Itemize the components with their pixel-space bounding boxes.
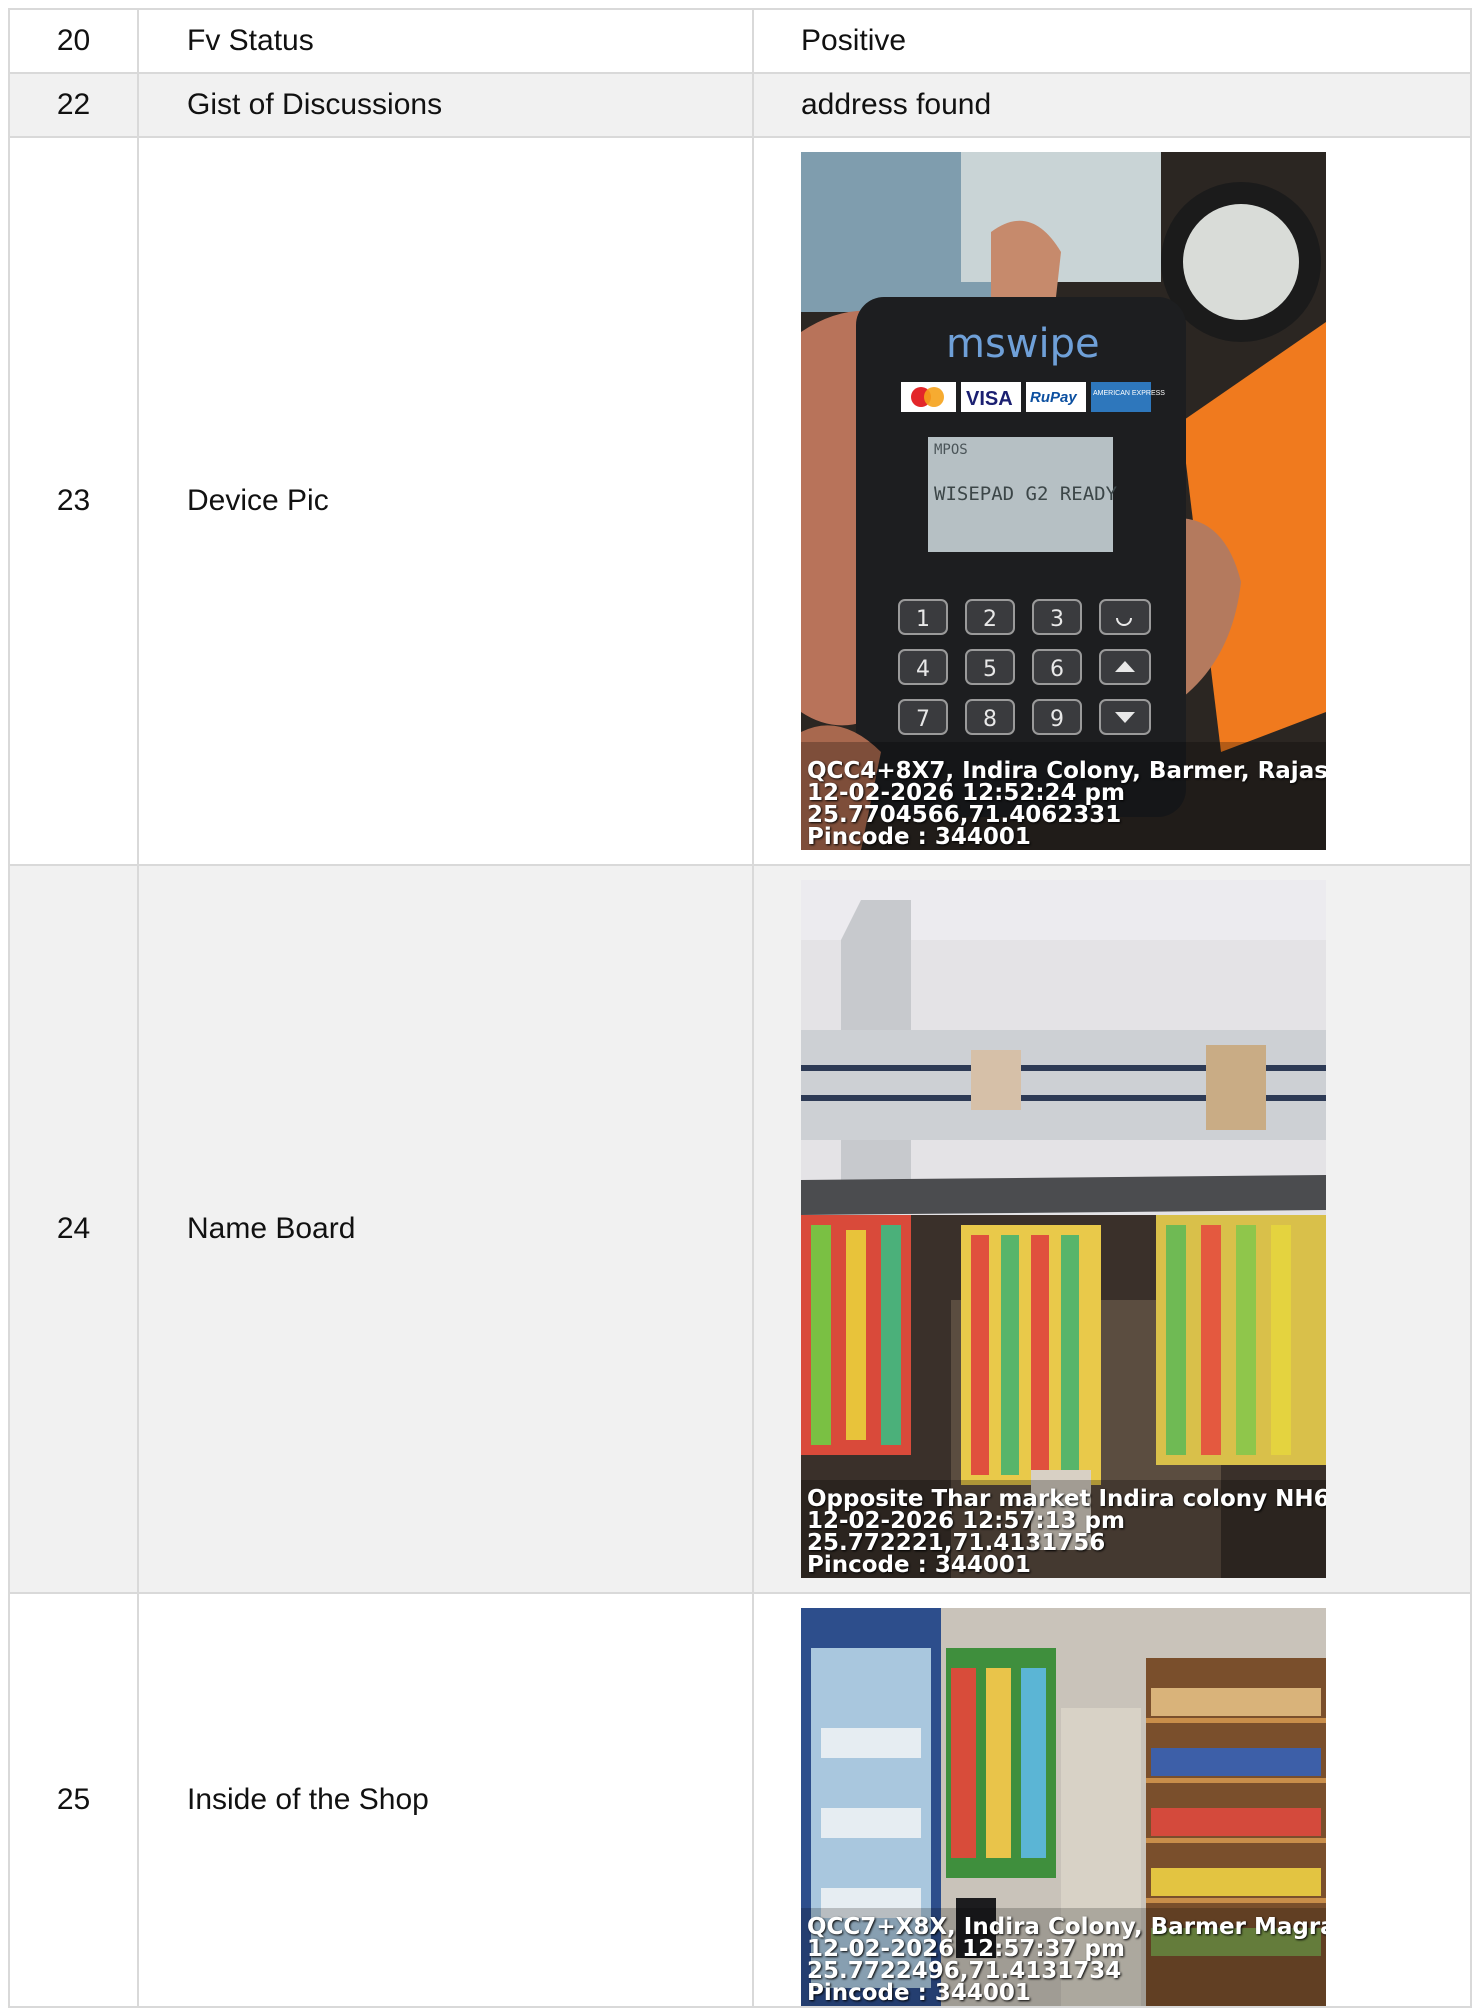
photo-geo-stamp: Opposite Thar market Indira colony NH68,… bbox=[807, 1486, 1326, 1578]
stamp-datetime: 12-02-2026 12:57:37 pm bbox=[807, 1936, 1125, 1962]
table-row: 22 Gist of Discussions address found bbox=[8, 72, 1472, 138]
table-row: 20 Fv Status Positive bbox=[8, 8, 1472, 74]
row-label: Device Pic bbox=[137, 136, 754, 866]
row-number: 20 bbox=[8, 8, 139, 74]
photo-geo-stamp: QCC4+8X7, Indira Colony, Barmer, Rajasth… bbox=[807, 758, 1326, 850]
card-visa: VISA bbox=[966, 388, 1013, 410]
name-board-photo: Opposite Thar market Indira colony NH68,… bbox=[801, 880, 1326, 1578]
table-row: 23 Device Pic mswipe VISA RuPay AMERICAN… bbox=[8, 136, 1472, 866]
name-board-photo-image bbox=[801, 880, 1326, 1578]
row-label: Inside of the Shop bbox=[137, 1592, 754, 2008]
stamp-coords: 25.7704566,71.4062331 bbox=[807, 802, 1122, 828]
device-key: 2 bbox=[983, 607, 997, 632]
row-number: 23 bbox=[8, 136, 139, 866]
device-screen-top: MPOS bbox=[934, 442, 968, 458]
device-key: 7 bbox=[916, 707, 930, 732]
row-number: 25 bbox=[8, 1592, 139, 2008]
stamp-address: QCC4+8X7, Indira Colony, Barmer, Rajasth… bbox=[807, 758, 1326, 784]
stamp-coords: 25.772221,71.4131756 bbox=[807, 1530, 1106, 1556]
device-key: 1 bbox=[916, 607, 930, 632]
mswipe-logo: mswipe bbox=[946, 321, 1100, 367]
device-photo-image: mswipe VISA RuPay AMERICAN EXPRESS MPOS … bbox=[801, 152, 1326, 850]
row-label: Gist of Discussions bbox=[137, 72, 754, 138]
stamp-datetime: 12-02-2026 12:57:13 pm bbox=[807, 1508, 1125, 1534]
device-key: 4 bbox=[916, 657, 930, 682]
stamp-datetime: 12-02-2026 12:52:24 pm bbox=[807, 780, 1125, 806]
row-photo-cell: Opposite Thar market Indira colony NH68,… bbox=[752, 864, 1472, 1594]
table-row: 25 Inside of the Shop QCC7+X8X, Indira C… bbox=[8, 1592, 1472, 2008]
row-number: 24 bbox=[8, 864, 139, 1594]
device-key: 3 bbox=[1050, 607, 1064, 632]
card-rupay: RuPay bbox=[1030, 389, 1077, 406]
stamp-address: QCC7+X8X, Indira Colony, Barmer Magra, R… bbox=[807, 1914, 1326, 1940]
device-screen-text: WISEPAD G2 READY bbox=[934, 483, 1118, 505]
row-number: 22 bbox=[8, 72, 139, 138]
stamp-coords: 25.7722496,71.4131734 bbox=[807, 1958, 1122, 1984]
device-photo: mswipe VISA RuPay AMERICAN EXPRESS MPOS … bbox=[801, 152, 1326, 850]
row-value: address found bbox=[752, 72, 1472, 138]
device-key: 6 bbox=[1050, 657, 1064, 682]
device-brand: mswipe bbox=[946, 321, 1100, 367]
stamp-pincode: Pincode : 344001 bbox=[807, 1552, 1031, 1578]
table-row: 24 Name Board Opposite Thar market Indir… bbox=[8, 864, 1472, 1594]
device-key: 8 bbox=[983, 707, 997, 732]
card-amex: AMERICAN EXPRESS bbox=[1093, 390, 1165, 397]
verification-table: 20 Fv Status Positive 22 Gist of Discuss… bbox=[8, 8, 1472, 2008]
device-key: 5 bbox=[983, 657, 997, 682]
stamp-pincode: Pincode : 344001 bbox=[807, 824, 1031, 850]
stamp-pincode: Pincode : 344001 bbox=[807, 1980, 1031, 2006]
row-photo-cell: QCC7+X8X, Indira Colony, Barmer Magra, R… bbox=[752, 1592, 1472, 2008]
row-label: Name Board bbox=[137, 864, 754, 1594]
photo-geo-stamp: QCC7+X8X, Indira Colony, Barmer Magra, R… bbox=[807, 1914, 1326, 2006]
row-photo-cell: mswipe VISA RuPay AMERICAN EXPRESS MPOS … bbox=[752, 136, 1472, 866]
stamp-address: Opposite Thar market Indira colony NH68,… bbox=[807, 1486, 1326, 1512]
row-label: Fv Status bbox=[137, 8, 754, 74]
row-value: Positive bbox=[752, 8, 1472, 74]
device-key: 9 bbox=[1050, 707, 1064, 732]
hanging-snack-packets bbox=[801, 1215, 1326, 1485]
shop-interior-photo: QCC7+X8X, Indira Colony, Barmer Magra, R… bbox=[801, 1608, 1326, 2006]
